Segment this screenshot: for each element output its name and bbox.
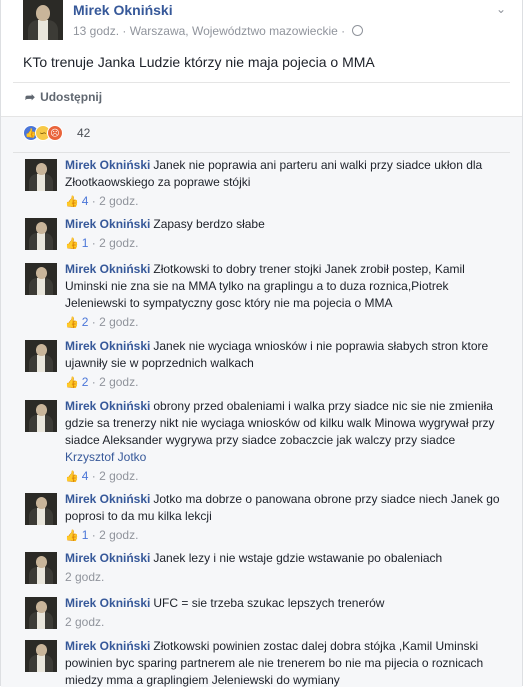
comment-author[interactable]: Mirek Okniński — [65, 596, 150, 610]
comment-like-count[interactable]: 4 — [82, 469, 89, 483]
comment-avatar[interactable] — [25, 552, 57, 584]
post-text: KTo trenuje Janka Ludzie którzy nie maja… — [23, 54, 375, 70]
comment-body: Mirek Okniński Złotkowski to dobry trener… — [65, 261, 505, 312]
comment-body: Mirek Okniński UFC = sie trzeba szukac le… — [65, 595, 505, 612]
comments-section: 👍 ∽ ☹ 42 Mirek Okniński Janek nie poprawi… — [1, 116, 522, 687]
comment-avatar[interactable] — [25, 159, 57, 191]
comment-time[interactable]: 2 godz. — [99, 375, 138, 389]
tagged-user-link[interactable]: Krzysztof Jotko — [65, 450, 146, 464]
comment-like-count[interactable]: 2 — [82, 375, 89, 389]
comment-avatar[interactable] — [25, 218, 57, 250]
post-meta: 13 godz. · Warszawa, Województwo mazowie… — [73, 24, 363, 38]
comment-author[interactable]: Mirek Okniński — [65, 158, 150, 172]
comment-avatar[interactable] — [25, 597, 57, 629]
comment-time[interactable]: 2 godz. — [99, 315, 138, 329]
comment-body: Mirek Okniński Jotko ma dobrze o panowana… — [65, 491, 505, 525]
comment-author[interactable]: Mirek Okniński — [65, 339, 150, 353]
post-header: Mirek Okniński 13 godz. · Warszawa, Woje… — [1, 0, 522, 46]
comment-time[interactable]: 2 godz. — [99, 194, 138, 208]
post-time[interactable]: 13 godz. — [73, 24, 119, 38]
globe-icon — [351, 25, 363, 36]
comment-body: Mirek Okniński Zapasy berdzo słabe — [65, 216, 505, 233]
comment-avatar[interactable] — [25, 493, 57, 525]
comment-actions: 👍 4 · 2 godz. — [65, 194, 139, 208]
comment-body: Mirek Okniński Janek nie poprawia ani par… — [65, 157, 505, 191]
comment-like-count[interactable]: 1 — [82, 236, 89, 250]
comment-author[interactable]: Mirek Okniński — [65, 262, 150, 276]
comment-author[interactable]: Mirek Okniński — [65, 217, 150, 231]
comment-time[interactable]: 2 godz. — [65, 615, 104, 629]
share-icon: ➦ — [25, 90, 36, 104]
comment-text: Zapasy berdzo słabe — [153, 217, 265, 231]
comment-body: Mirek Okniński Złotkowski powinien zostac… — [65, 638, 505, 689]
comment-avatar[interactable] — [25, 340, 57, 372]
comment-text: UFC = sie trzeba szukac lepszych treneró… — [153, 596, 385, 610]
comment-text: Janek lezy i nie wstaje gdzie wstawanie … — [153, 551, 443, 565]
comment-author[interactable]: Mirek Okniński — [65, 639, 150, 653]
share-button[interactable]: ➦ Udostępnij — [25, 90, 102, 104]
comment-body: Mirek Okniński Janek lezy i nie wstaje gd… — [65, 550, 505, 567]
comment-actions: 👍 2 · 2 godz. — [65, 375, 139, 389]
chevron-down-icon[interactable]: ⌄ — [496, 2, 506, 16]
like-icon[interactable]: 👍 — [65, 237, 79, 250]
comment-time[interactable]: 2 godz. — [99, 469, 138, 483]
comment-time[interactable]: 2 godz. — [99, 528, 138, 542]
like-icon[interactable]: 👍 — [65, 376, 79, 389]
comment-like-count[interactable]: 1 — [82, 528, 89, 542]
comment-actions: 👍 4 · 2 godz. — [65, 469, 139, 483]
comment-actions: 2 godz. — [65, 570, 104, 584]
comment-like-count[interactable]: 4 — [82, 194, 89, 208]
post-location[interactable]: Warszawa, Województwo mazowieckie — [130, 24, 338, 38]
comment-actions: 2 godz. — [65, 615, 104, 629]
comment-avatar[interactable] — [25, 400, 57, 432]
comment-body: Mirek Okniński Janek nie wyciaga wniosków… — [65, 338, 505, 372]
like-icon[interactable]: 👍 — [65, 195, 79, 208]
comment-author[interactable]: Mirek Okniński — [65, 492, 150, 506]
like-icon[interactable]: 👍 — [65, 470, 79, 483]
comment-actions: 👍 1 · 2 godz. — [65, 528, 139, 542]
comment-actions: 👍 2 · 2 godz. — [65, 315, 139, 329]
comment-body: Mirek Okniński obrony przed obaleniami i … — [65, 398, 505, 466]
comment-like-count[interactable]: 2 — [82, 315, 89, 329]
reaction-count[interactable]: 42 — [77, 126, 90, 140]
divider — [13, 152, 510, 153]
like-icon[interactable]: 👍 — [65, 529, 79, 542]
angry-reaction-icon: ☹ — [47, 125, 63, 141]
post-card: Mirek Okniński 13 godz. · Warszawa, Woje… — [0, 0, 523, 687]
comment-avatar[interactable] — [25, 263, 57, 295]
author-avatar[interactable] — [23, 0, 63, 40]
comment-avatar[interactable] — [25, 640, 57, 672]
post-author-name[interactable]: Mirek Okniński — [73, 2, 173, 18]
comment-author[interactable]: Mirek Okniński — [65, 551, 150, 565]
comment-time[interactable]: 2 godz. — [99, 236, 138, 250]
like-icon[interactable]: 👍 — [65, 316, 79, 329]
comment-time[interactable]: 2 godz. — [65, 570, 104, 584]
comment-actions: 👍 1 · 2 godz. — [65, 236, 139, 250]
divider — [13, 82, 510, 83]
comment-author[interactable]: Mirek Okniński — [65, 399, 150, 413]
